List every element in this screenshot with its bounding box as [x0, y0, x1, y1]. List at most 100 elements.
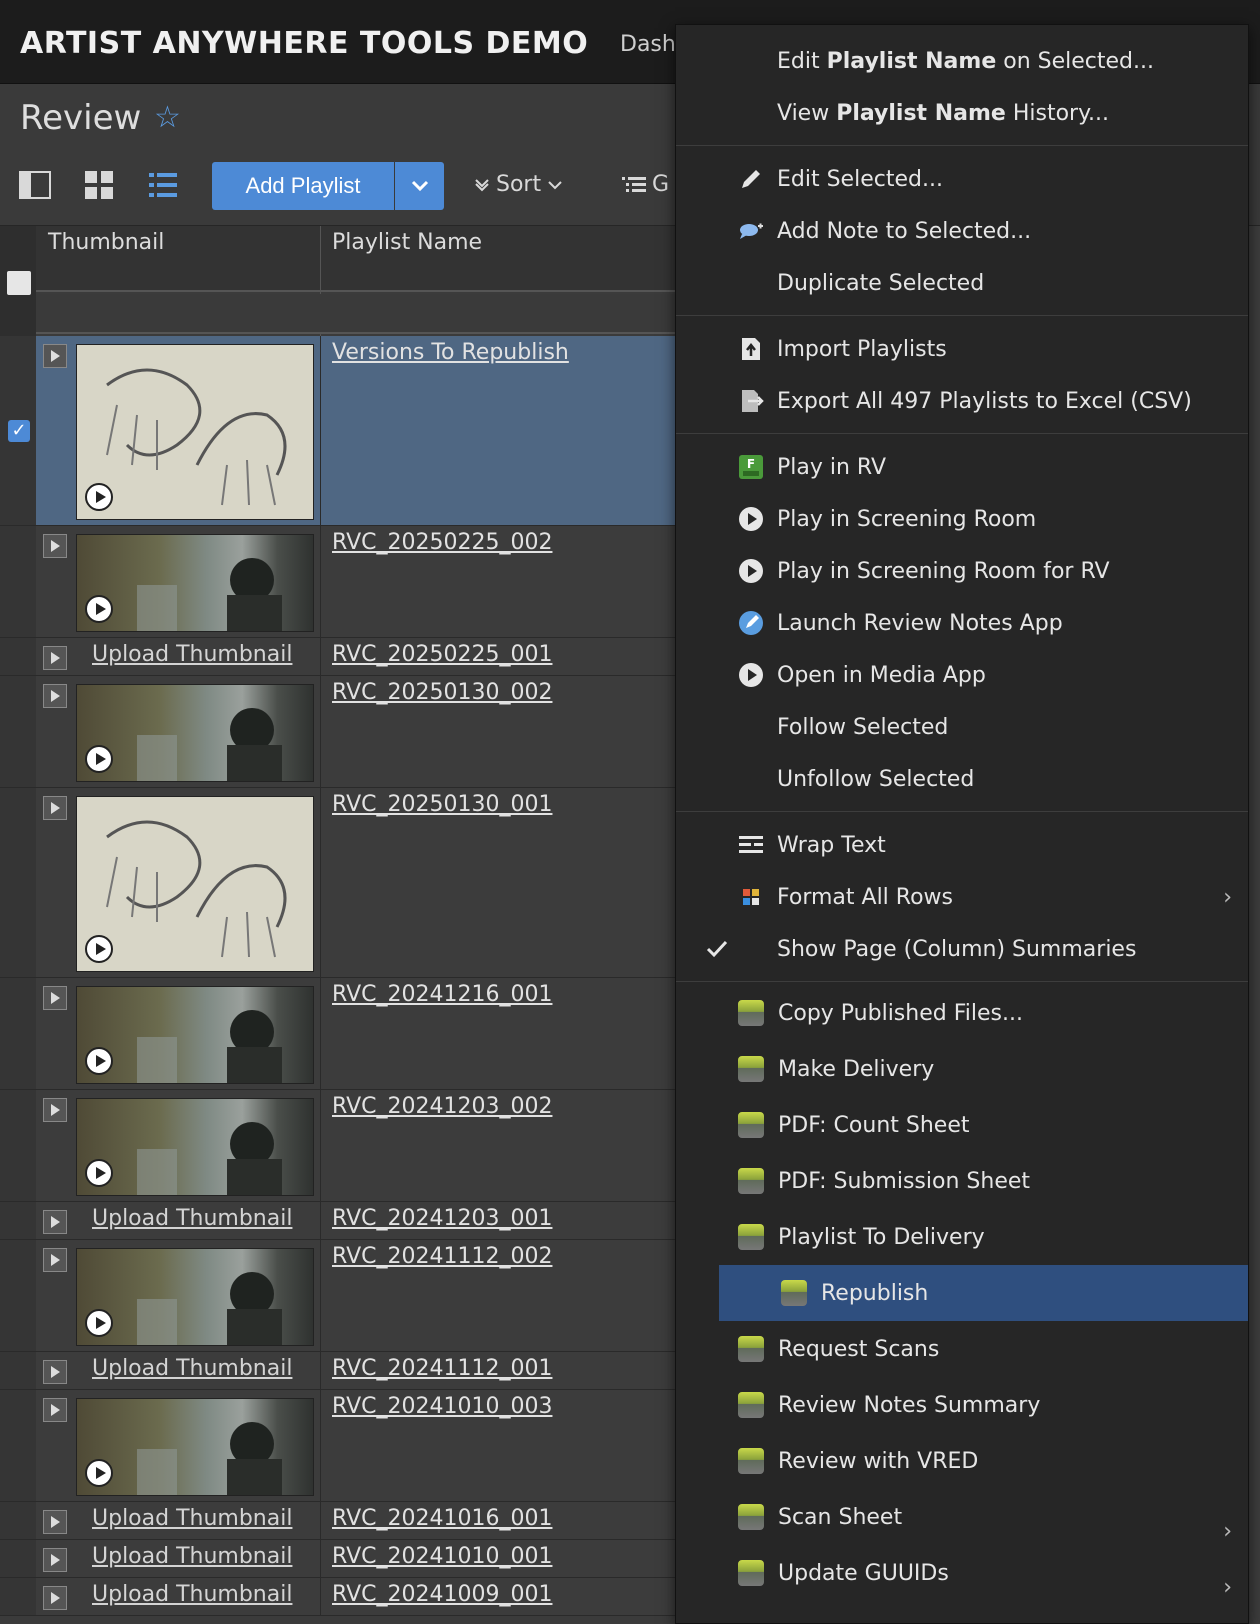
play-button-icon[interactable]	[85, 935, 113, 963]
expand-play-icon[interactable]	[43, 684, 67, 708]
playlist-name-link[interactable]: RVC_20241203_002	[332, 1094, 552, 1119]
upload-thumbnail-link[interactable]: Upload Thumbnail	[92, 1356, 292, 1381]
playlist-name-link[interactable]: RVC_20241010_003	[332, 1394, 552, 1419]
table-row[interactable]: RVC_20250130_002	[0, 676, 680, 788]
playlist-name-link[interactable]: RVC_20241009_001	[332, 1582, 552, 1607]
menu-item-format-all-rows[interactable]: Format All Rows ›	[676, 871, 1248, 923]
playlist-name-link[interactable]: RVC_20250225_001	[332, 642, 552, 667]
playlist-name-link[interactable]: RVC_20250225_002	[332, 530, 552, 555]
menu-item-update-guuids[interactable]: Update GUUIDs ›	[676, 1545, 1248, 1601]
upload-thumbnail-link[interactable]: Upload Thumbnail	[92, 1582, 292, 1607]
table-row[interactable]: ✓ Versions To Republish	[0, 336, 680, 526]
row-select-cell[interactable]: ✓	[0, 336, 36, 525]
expand-play-icon[interactable]	[43, 534, 67, 558]
menu-item-launch-review-notes[interactable]: Launch Review Notes App	[676, 597, 1248, 649]
menu-item-wrap-text[interactable]: Wrap Text	[676, 819, 1248, 871]
column-header-thumbnail[interactable]: Thumbnail	[48, 230, 164, 255]
row-checkbox[interactable]: ✓	[8, 420, 30, 442]
table-row[interactable]: RVC_20250130_001	[0, 788, 680, 978]
play-button-icon[interactable]	[85, 1309, 113, 1337]
favorite-star-icon[interactable]: ☆	[154, 100, 181, 135]
row-select-cell[interactable]	[0, 788, 36, 977]
playlist-name-link[interactable]: Versions To Republish	[332, 340, 569, 365]
thumbnail-image[interactable]	[76, 344, 314, 520]
menu-item-edit-playlist-name[interactable]: Edit Playlist Name on Selected...	[676, 35, 1248, 87]
play-button-icon[interactable]	[85, 1047, 113, 1075]
column-header-playlist-name[interactable]: Playlist Name	[332, 230, 482, 255]
expand-play-icon[interactable]	[43, 344, 67, 368]
thumbnail-image[interactable]	[76, 1248, 314, 1346]
playlist-name-link[interactable]: RVC_20241203_001	[332, 1206, 552, 1231]
menu-item-follow[interactable]: Follow Selected	[676, 701, 1248, 753]
row-select-cell[interactable]	[0, 1202, 36, 1239]
menu-item-duplicate[interactable]: Duplicate Selected	[676, 257, 1248, 309]
table-row[interactable]: RVC_20241203_002	[0, 1090, 680, 1202]
grid-view-icon[interactable]	[82, 168, 116, 202]
row-select-cell[interactable]	[0, 1578, 36, 1615]
select-all-checkbox[interactable]	[7, 271, 31, 295]
menu-item-republish[interactable]: Republish	[719, 1265, 1248, 1321]
expand-play-icon[interactable]	[43, 1098, 67, 1122]
playlist-name-link[interactable]: RVC_20241112_002	[332, 1244, 552, 1269]
menu-item-import-playlists[interactable]: Import Playlists	[676, 323, 1248, 375]
expand-play-icon[interactable]	[43, 796, 67, 820]
thumbnail-image[interactable]	[76, 1098, 314, 1196]
menu-item-export-csv[interactable]: Export All 497 Playlists to Excel (CSV)	[676, 375, 1248, 427]
menu-item-play-in-rv[interactable]: F Play in RV	[676, 441, 1248, 493]
thumbnail-image[interactable]	[76, 796, 314, 972]
row-select-cell[interactable]	[0, 1352, 36, 1389]
app-title[interactable]: ARTIST ANYWHERE TOOLS DEMO	[20, 26, 588, 61]
expand-play-icon[interactable]	[43, 1398, 67, 1422]
playlist-name-link[interactable]: RVC_20241016_001	[332, 1506, 552, 1531]
add-playlist-dropdown-button[interactable]	[395, 162, 444, 210]
playlist-name-link[interactable]: RVC_20250130_001	[332, 792, 552, 817]
detail-view-icon[interactable]	[18, 168, 52, 202]
table-row[interactable]: Upload Thumbnail RVC_20241009_001	[0, 1578, 680, 1616]
upload-thumbnail-link[interactable]: Upload Thumbnail	[92, 1506, 292, 1531]
playlist-name-link[interactable]: RVC_20241112_001	[332, 1356, 552, 1381]
menu-item-play-screening-room[interactable]: Play in Screening Room	[676, 493, 1248, 545]
expand-play-icon[interactable]	[43, 1360, 67, 1384]
menu-item-scan-sheet[interactable]: Scan Sheet ›	[676, 1489, 1248, 1545]
list-view-icon[interactable]	[146, 168, 180, 202]
expand-play-icon[interactable]	[43, 1210, 67, 1234]
menu-item-view-playlist-history[interactable]: View Playlist Name History...	[676, 87, 1248, 139]
expand-play-icon[interactable]	[43, 1586, 67, 1610]
menu-item-show-summaries[interactable]: Show Page (Column) Summaries	[676, 923, 1248, 975]
menu-item-unfollow[interactable]: Unfollow Selected	[676, 753, 1248, 805]
menu-item-request-scans[interactable]: Request Scans	[676, 1321, 1248, 1377]
upload-thumbnail-link[interactable]: Upload Thumbnail	[92, 1206, 292, 1231]
menu-item-open-media-app[interactable]: Open in Media App	[676, 649, 1248, 701]
menu-item-play-screening-room-rv[interactable]: Play in Screening Room for RV	[676, 545, 1248, 597]
playlist-name-link[interactable]: RVC_20241216_001	[332, 982, 552, 1007]
expand-play-icon[interactable]	[43, 1510, 67, 1534]
play-button-icon[interactable]	[85, 1459, 113, 1487]
menu-item-pdf-submission-sheet[interactable]: PDF: Submission Sheet	[676, 1153, 1248, 1209]
row-select-cell[interactable]	[0, 1390, 36, 1501]
group-menu[interactable]: G	[622, 172, 669, 197]
row-select-cell[interactable]	[0, 676, 36, 787]
nav-dashboard-link[interactable]: Dash	[620, 32, 676, 57]
add-playlist-button[interactable]: Add Playlist	[212, 162, 394, 210]
play-button-icon[interactable]	[85, 595, 113, 623]
menu-item-make-delivery[interactable]: Make Delivery	[676, 1041, 1248, 1097]
menu-item-edit-selected[interactable]: Edit Selected...	[676, 153, 1248, 205]
expand-play-icon[interactable]	[43, 986, 67, 1010]
menu-item-add-note[interactable]: Add Note to Selected...	[676, 205, 1248, 257]
row-select-cell[interactable]	[0, 1502, 36, 1539]
expand-play-icon[interactable]	[43, 1548, 67, 1572]
menu-item-pdf-count-sheet[interactable]: PDF: Count Sheet	[676, 1097, 1248, 1153]
upload-thumbnail-link[interactable]: Upload Thumbnail	[92, 1544, 292, 1569]
play-button-icon[interactable]	[85, 745, 113, 773]
expand-play-icon[interactable]	[43, 1248, 67, 1272]
play-button-icon[interactable]	[85, 483, 113, 511]
table-row[interactable]: Upload Thumbnail RVC_20250225_001	[0, 638, 680, 676]
playlist-name-link[interactable]: RVC_20241010_001	[332, 1544, 552, 1569]
row-select-cell[interactable]	[0, 1240, 36, 1351]
thumbnail-image[interactable]	[76, 684, 314, 782]
upload-thumbnail-link[interactable]: Upload Thumbnail	[92, 642, 292, 667]
row-select-cell[interactable]	[0, 526, 36, 637]
menu-item-copy-published-files[interactable]: Copy Published Files...	[676, 985, 1248, 1041]
table-row[interactable]: RVC_20241112_002	[0, 1240, 680, 1352]
table-row[interactable]: RVC_20241010_003	[0, 1390, 680, 1502]
